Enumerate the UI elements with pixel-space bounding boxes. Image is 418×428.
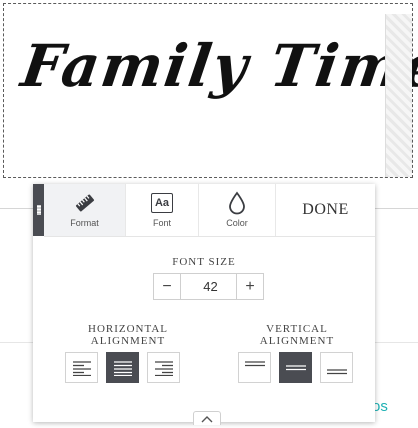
horizontal-alignment-group xyxy=(65,352,180,383)
tab-color-label: Color xyxy=(226,218,248,228)
align-left-button[interactable] xyxy=(65,352,98,383)
middle-align-icon xyxy=(285,364,306,370)
droplet-icon xyxy=(228,191,246,215)
tab-color[interactable]: Color xyxy=(199,184,276,236)
panel-tabs: Format Aa Font Color DONE xyxy=(44,184,375,237)
collapse-panel-button[interactable] xyxy=(193,411,221,425)
font-size-title: FONT SIZE xyxy=(172,256,236,268)
bottom-align-icon xyxy=(326,368,347,374)
justify-align-icon xyxy=(113,360,132,376)
font-aa-text: Aa xyxy=(151,193,173,213)
font-size-input[interactable] xyxy=(181,278,240,295)
decrease-font-size-button[interactable]: − xyxy=(154,274,181,299)
font-size-value-wrap xyxy=(181,278,240,295)
font-size-stepper: − + xyxy=(153,273,264,300)
done-button[interactable]: DONE xyxy=(276,184,375,236)
vertical-alignment-group xyxy=(238,352,353,383)
valign-top-button[interactable] xyxy=(238,352,271,383)
tab-format-label: Format xyxy=(70,218,99,228)
align-justify-button[interactable] xyxy=(106,352,139,383)
horizontal-alignment-title: HORIZONTAL ALIGNMENT xyxy=(88,323,168,347)
vertical-alignment-title: VERTICAL ALIGNMENT xyxy=(259,323,335,347)
align-right-button[interactable] xyxy=(147,352,180,383)
chevron-up-icon xyxy=(201,415,213,422)
drag-handle[interactable] xyxy=(33,184,44,236)
headline-text[interactable]: Family Time xyxy=(17,32,418,100)
top-align-icon xyxy=(244,360,265,366)
font-aa-icon: Aa xyxy=(151,191,173,215)
grip-icon xyxy=(36,205,41,215)
tab-font-label: Font xyxy=(152,218,171,228)
done-label: DONE xyxy=(302,201,349,218)
valign-middle-button[interactable] xyxy=(279,352,312,383)
tab-font[interactable]: Aa Font xyxy=(126,184,199,236)
tab-format[interactable]: Format xyxy=(44,184,126,236)
text-frame[interactable]: Family Time xyxy=(3,3,418,178)
frame-resize-handle[interactable] xyxy=(385,14,412,177)
valign-bottom-button[interactable] xyxy=(320,352,353,383)
increase-font-size-button[interactable]: + xyxy=(236,274,263,299)
right-align-icon xyxy=(154,360,173,376)
left-align-icon xyxy=(72,360,91,376)
format-panel: Format Aa Font Color DONE FONT SIZE − + xyxy=(33,184,375,425)
ruler-icon xyxy=(73,191,97,215)
